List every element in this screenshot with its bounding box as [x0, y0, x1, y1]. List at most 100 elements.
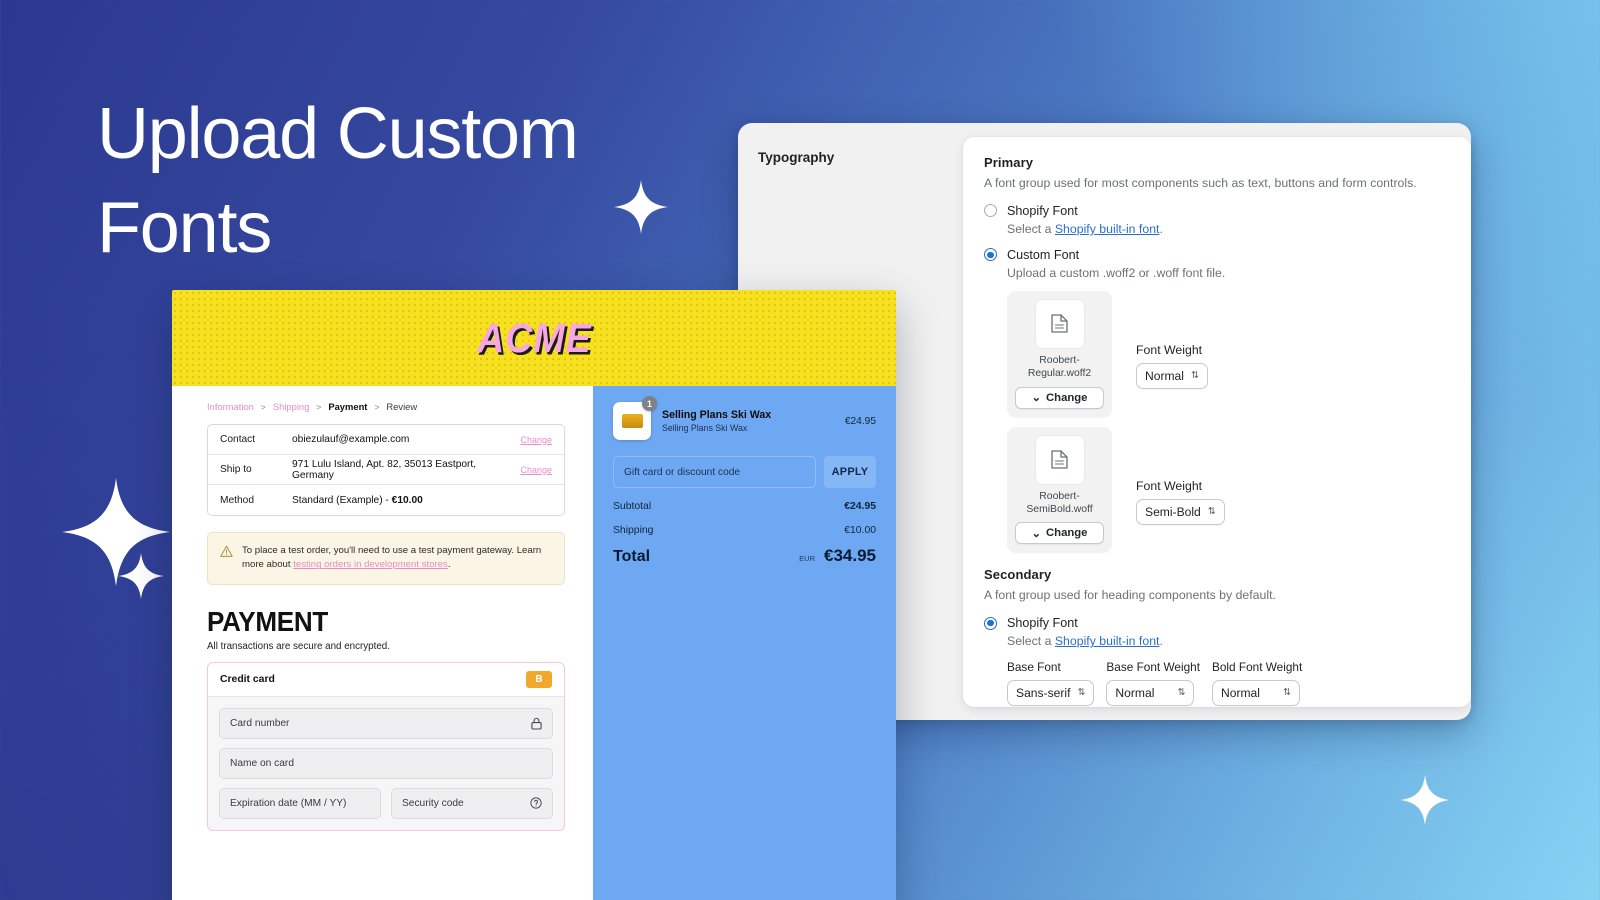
payment-subheading: All transactions are secure and encrypte… — [207, 640, 390, 652]
secondary-font-selects: Base Font Sans-serif ⇅ Base Font Weight … — [1007, 660, 1450, 707]
shopify-builtin-font-link[interactable]: Shopify built-in font — [1055, 222, 1160, 236]
store-banner: ACME — [172, 290, 896, 386]
font-weight-block: Font Weight Semi-Bold ⇅ — [1136, 427, 1225, 525]
order-summary-column: 1 Selling Plans Ski Wax Selling Plans Sk… — [593, 386, 896, 900]
document-icon — [1051, 314, 1068, 334]
order-line-item: 1 Selling Plans Ski Wax Selling Plans Sk… — [613, 396, 876, 440]
bold-font-weight-value: Normal — [1220, 686, 1260, 701]
testing-orders-link[interactable]: testing orders in development stores — [293, 559, 448, 570]
typography-card: Primary A font group used for most compo… — [963, 137, 1471, 707]
total-row: Total EUR €34.95 — [613, 546, 876, 566]
product-price: €24.95 — [844, 415, 876, 427]
name-on-card-placeholder: Name on card — [230, 757, 294, 769]
hint-suffix: . — [1159, 634, 1163, 649]
chevron-down-icon: ⌄ — [1031, 527, 1042, 540]
apply-discount-button[interactable]: APPLY — [824, 456, 876, 488]
test-order-warning: To place a test order, you'll need to us… — [207, 532, 565, 585]
security-code-input[interactable]: Security code — [391, 787, 553, 819]
info-row-contact: Contact obiezulauf@example.com Change — [208, 425, 564, 455]
font-weight-value: Normal — [1145, 368, 1184, 383]
breadcrumb: Information > Shipping > Payment > Revie… — [207, 401, 565, 412]
file-card: Roobert-SemiBold.woff ⌄ Change — [1007, 426, 1112, 554]
discount-code-input[interactable]: Gift card or discount code — [613, 456, 816, 488]
security-code-placeholder: Security code — [402, 797, 464, 809]
info-value: 971 Lulu Island, Apt. 82, 35013 Eastport… — [292, 458, 477, 481]
secondary-title: Secondary — [984, 567, 1052, 583]
shipping-label: Shipping — [613, 525, 654, 536]
quantity-badge: 1 — [642, 396, 657, 411]
base-font-block: Base Font Sans-serif ⇅ — [1007, 660, 1095, 707]
file-card: Roobert-Regular.woff2 ⌄ Change — [1007, 290, 1112, 418]
sparkle-icon-small-left — [118, 553, 164, 599]
change-contact-link[interactable]: Change — [520, 435, 552, 445]
font-weight-select[interactable]: Semi-Bold ⇅ — [1136, 498, 1225, 525]
info-row-shipto: Ship to 971 Lulu Island, Apt. 82, 35013 … — [208, 455, 564, 485]
base-font-weight-block: Base Font Weight Normal ⇅ — [1106, 660, 1200, 707]
page-title: Upload Custom Fonts — [97, 94, 579, 268]
credit-card-section: Credit card B Card number Name on card E… — [207, 661, 565, 831]
name-on-card-input[interactable]: Name on card — [219, 747, 553, 779]
subtotal-value: €24.95 — [844, 501, 876, 512]
product-variant: Selling Plans Ski Wax — [662, 423, 748, 433]
base-font-weight-label: Base Font Weight — [1106, 660, 1200, 675]
radio-icon-unchecked[interactable] — [984, 204, 997, 218]
help-circle-icon[interactable] — [530, 797, 542, 809]
font-weight-label: Font Weight — [1136, 342, 1203, 357]
info-key: Ship to — [220, 464, 252, 475]
bold-font-weight-block: Bold Font Weight Normal ⇅ — [1211, 660, 1302, 707]
lock-icon — [531, 717, 542, 730]
warning-triangle-icon — [220, 545, 233, 557]
base-font-weight-select[interactable]: Normal ⇅ — [1106, 680, 1195, 707]
change-button-label: Change — [1046, 527, 1088, 540]
base-font-weight-value: Normal — [1115, 686, 1155, 701]
subtotal-row: Subtotal €24.95 — [613, 501, 876, 512]
primary-font-group: Primary A font group used for most compo… — [984, 155, 1450, 554]
breadcrumb-payment: Payment — [328, 401, 368, 412]
primary-description: A font group used for most components su… — [984, 176, 1417, 190]
chevron-updown-icon: ⇅ — [1077, 687, 1086, 699]
credit-card-method-row[interactable]: Credit card B — [208, 662, 564, 697]
change-font-button[interactable]: ⌄ Change — [1015, 522, 1104, 545]
primary-shopify-font-option[interactable]: Shopify Font — [984, 204, 1450, 218]
shipping-value: €10.00 — [844, 525, 876, 536]
file-name: Roobert-Regular.woff2 — [1027, 354, 1092, 380]
primary-font-file-regular: Roobert-Regular.woff2 ⌄ Change Font Weig… — [1007, 290, 1450, 418]
secondary-font-group: Secondary A font group used for heading … — [984, 567, 1450, 707]
chevron-updown-icon: ⇅ — [1207, 505, 1216, 517]
secondary-shopify-font-option[interactable]: Shopify Font — [984, 616, 1450, 630]
primary-custom-font-label: Custom Font — [1007, 247, 1080, 262]
total-amount-group: EUR €34.95 — [799, 546, 876, 566]
info-value: obiezulauf@example.com — [292, 434, 410, 445]
info-row-method: Method Standard (Example) - €10.00 — [208, 485, 564, 515]
expiration-date-input[interactable]: Expiration date (MM / YY) — [219, 787, 381, 819]
info-value: Standard (Example) - €10.00 — [292, 495, 552, 506]
font-weight-value: Semi-Bold — [1145, 504, 1201, 519]
product-image — [621, 414, 643, 428]
primary-custom-font-option[interactable]: Custom Font — [984, 248, 1450, 262]
hint-suffix: . — [1159, 221, 1163, 236]
radio-icon-checked[interactable] — [984, 248, 997, 262]
font-weight-select[interactable]: Normal ⇅ — [1136, 362, 1208, 389]
subtotal-label: Subtotal — [613, 501, 652, 512]
product-text: Selling Plans Ski Wax Selling Plans Ski … — [662, 409, 771, 433]
sparkle-icon-bottom-right — [1400, 775, 1450, 825]
file-name: Roobert-SemiBold.woff — [1026, 490, 1093, 515]
breadcrumb-information[interactable]: Information — [207, 401, 254, 412]
bold-font-weight-select[interactable]: Normal ⇅ — [1211, 680, 1300, 707]
chevron-down-icon: ⌄ — [1031, 392, 1042, 405]
shopify-builtin-font-link[interactable]: Shopify built-in font — [1055, 634, 1160, 648]
card-number-input[interactable]: Card number — [219, 707, 553, 739]
typography-section-label: Typography — [758, 150, 835, 165]
chevron-updown-icon: ⇅ — [1190, 370, 1199, 382]
change-font-button[interactable]: ⌄ Change — [1015, 386, 1104, 409]
store-logo: ACME — [476, 314, 592, 361]
breadcrumb-shipping[interactable]: Shipping — [273, 401, 310, 412]
breadcrumb-separator: > — [374, 401, 380, 412]
discount-placeholder: Gift card or discount code — [624, 466, 741, 478]
chevron-updown-icon: ⇅ — [1177, 687, 1186, 699]
hint-prefix: Select a — [1007, 221, 1055, 236]
base-font-select[interactable]: Sans-serif ⇅ — [1007, 680, 1095, 707]
method-text: Standard (Example) - — [292, 494, 392, 506]
change-address-link[interactable]: Change — [520, 465, 552, 475]
radio-icon-checked[interactable] — [984, 616, 997, 630]
